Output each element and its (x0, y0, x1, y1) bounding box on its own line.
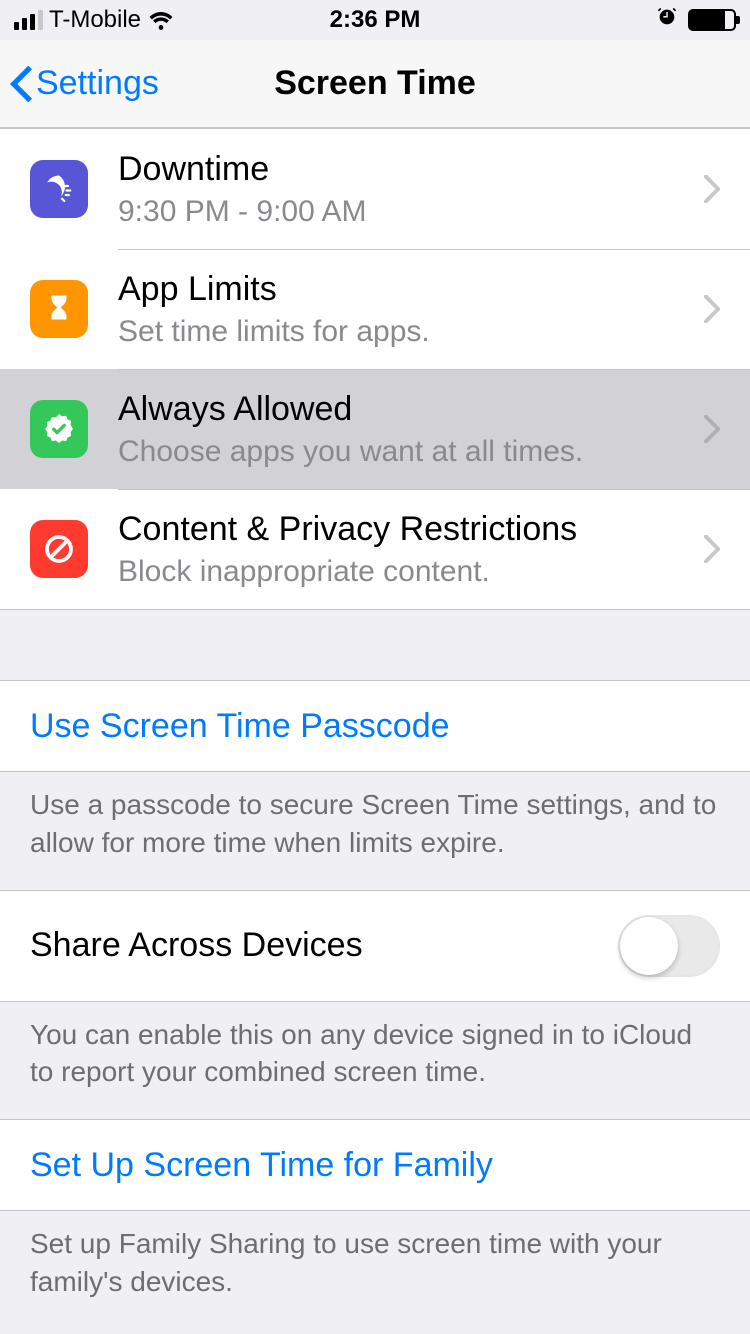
downtime-icon (30, 160, 88, 218)
row-content-privacy[interactable]: Content & Privacy Restrictions Block ina… (0, 489, 750, 609)
carrier-label: T-Mobile (49, 6, 141, 34)
row-subtitle: Set time limits for apps. (118, 315, 694, 349)
row-title: App Limits (118, 270, 694, 309)
family-footer: Set up Family Sharing to use screen time… (0, 1211, 750, 1329)
battery-icon (688, 9, 736, 31)
row-use-passcode[interactable]: Use Screen Time Passcode (0, 680, 750, 772)
row-app-limits[interactable]: App Limits Set time limits for apps. (0, 249, 750, 369)
chevron-right-icon (704, 175, 720, 203)
row-subtitle: 9:30 PM - 9:00 AM (118, 195, 694, 229)
row-downtime[interactable]: Downtime 9:30 PM - 9:00 AM (0, 129, 750, 249)
restriction-icon (30, 520, 88, 578)
signal-icon (14, 10, 43, 30)
alarm-icon (656, 6, 678, 35)
check-seal-icon (30, 400, 88, 458)
link-label: Use Screen Time Passcode (30, 707, 450, 746)
status-left: T-Mobile (14, 6, 175, 34)
chevron-right-icon (704, 535, 720, 563)
status-time: 2:36 PM (330, 6, 421, 34)
status-right (656, 6, 736, 35)
row-title: Content & Privacy Restrictions (118, 510, 694, 549)
back-button[interactable]: Settings (10, 64, 159, 103)
chevron-right-icon (704, 295, 720, 323)
hourglass-icon (30, 280, 88, 338)
share-footer: You can enable this on any device signed… (0, 1002, 750, 1120)
link-label: Set Up Screen Time for Family (30, 1146, 493, 1185)
nav-bar: Settings Screen Time (0, 40, 750, 128)
row-setup-family[interactable]: Set Up Screen Time for Family (0, 1119, 750, 1211)
share-label: Share Across Devices (30, 926, 363, 965)
row-title: Downtime (118, 150, 694, 189)
share-toggle[interactable] (618, 915, 720, 977)
back-label: Settings (36, 64, 159, 103)
row-share-devices: Share Across Devices (0, 890, 750, 1002)
page-title: Screen Time (274, 64, 476, 103)
status-bar: T-Mobile 2:36 PM (0, 0, 750, 40)
row-subtitle: Choose apps you want at all times. (118, 435, 694, 469)
row-always-allowed[interactable]: Always Allowed Choose apps you want at a… (0, 369, 750, 489)
row-subtitle: Block inappropriate content. (118, 555, 694, 589)
screen-time-options-group: Downtime 9:30 PM - 9:00 AM App Limits Se… (0, 128, 750, 610)
wifi-icon (147, 9, 175, 31)
passcode-footer: Use a passcode to secure Screen Time set… (0, 772, 750, 890)
row-title: Always Allowed (118, 390, 694, 429)
chevron-right-icon (704, 415, 720, 443)
